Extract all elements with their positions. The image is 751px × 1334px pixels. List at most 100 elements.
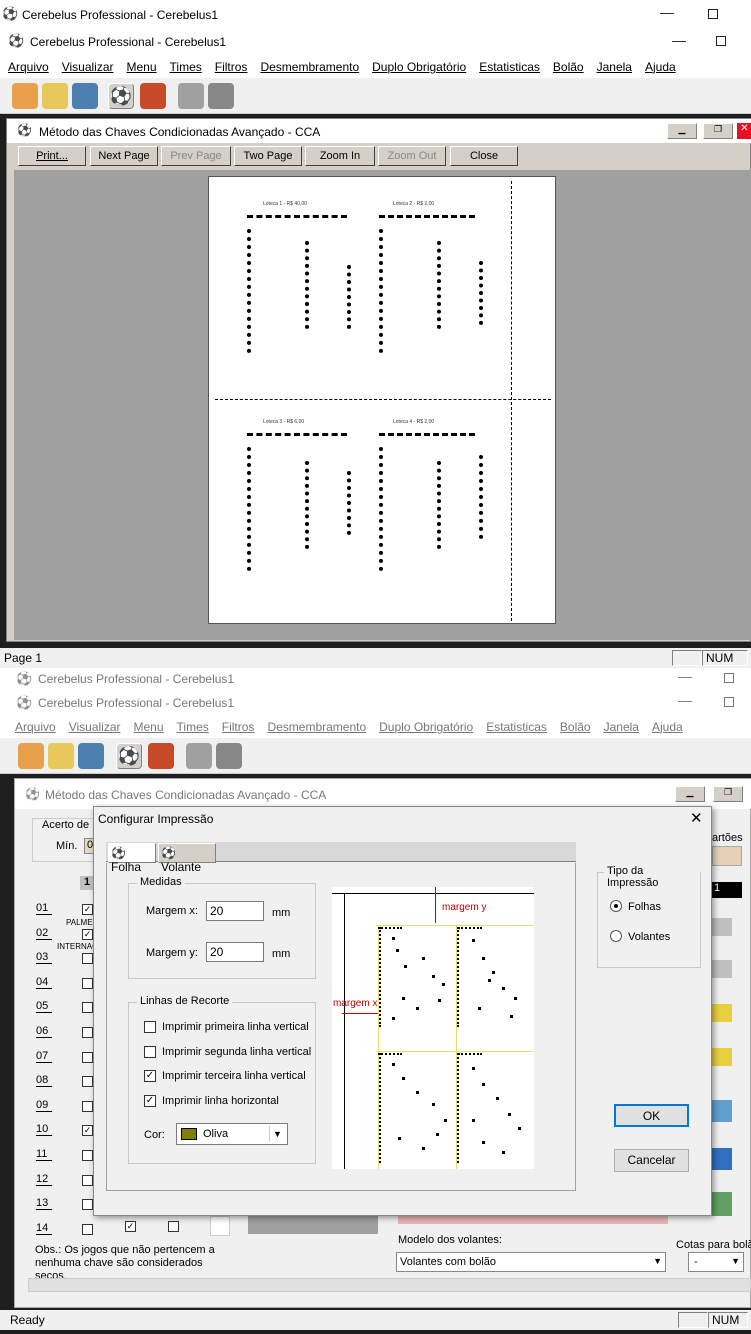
margem-x-input[interactable]: 20 xyxy=(206,901,264,921)
paint-icon[interactable] xyxy=(712,1100,732,1122)
menu-item[interactable]: Arquivo xyxy=(8,60,49,74)
minimize-button[interactable]: — xyxy=(678,692,692,708)
folder-icon[interactable] xyxy=(48,743,74,769)
cor-select[interactable]: Oliva ▼ xyxy=(176,1123,288,1145)
two-page-button[interactable]: Two Page xyxy=(234,146,302,166)
menu-item[interactable]: Visualizar xyxy=(62,60,114,74)
gray-printer-icon[interactable] xyxy=(712,960,732,978)
menu-item[interactable]: Estatisticas xyxy=(479,60,540,74)
printer-icon[interactable] xyxy=(178,83,204,109)
close-button[interactable]: ✕ xyxy=(737,123,751,139)
trophy-icon[interactable] xyxy=(140,83,166,109)
team-label: INTERNAC xyxy=(57,942,98,951)
trophy-icon[interactable] xyxy=(148,743,174,769)
row-checkbox[interactable] xyxy=(82,977,93,989)
restore-button[interactable]: ❐ xyxy=(713,786,743,802)
row-checkbox[interactable] xyxy=(82,1100,93,1112)
minimize-button[interactable]: ▁ xyxy=(675,786,705,802)
gear-icon[interactable] xyxy=(208,83,234,109)
back-arrow-icon[interactable] xyxy=(18,743,44,769)
cancel-button[interactable]: Cancelar xyxy=(614,1149,689,1172)
restore-button[interactable]: ❐ xyxy=(703,123,733,139)
row-checkbox[interactable] xyxy=(82,953,93,965)
menu-item[interactable]: Bolão xyxy=(560,720,591,734)
soccer-ball-icon[interactable]: ⚽ xyxy=(108,83,134,109)
back-arrow-icon[interactable] xyxy=(12,83,38,109)
book-icon[interactable] xyxy=(78,743,104,769)
menu-item[interactable]: Duplo Obrigatório xyxy=(379,720,473,734)
brush-icon[interactable] xyxy=(712,1148,732,1170)
maximize-button[interactable] xyxy=(708,9,718,19)
menu-item[interactable]: Ajuda xyxy=(652,720,683,734)
zoom-in-button[interactable]: Zoom In xyxy=(305,146,375,166)
checkbox-horizontal[interactable]: ✓ xyxy=(144,1095,156,1107)
menu-item[interactable]: Janela xyxy=(597,60,632,74)
book-icon[interactable] xyxy=(72,83,98,109)
menu-item[interactable]: Menu xyxy=(127,60,157,74)
ok-button[interactable]: OK xyxy=(614,1104,689,1127)
menu-item[interactable]: Times xyxy=(177,720,209,734)
row-number: 03 xyxy=(36,951,52,965)
checkbox-primeira-vertical[interactable] xyxy=(144,1021,156,1033)
menu-item[interactable]: Desmembramento xyxy=(267,720,366,734)
yellow-pencil-icon[interactable] xyxy=(712,1004,732,1022)
row14-check[interactable] xyxy=(168,1221,179,1232)
minimize-button[interactable]: — xyxy=(672,32,686,48)
gear-icon[interactable] xyxy=(216,743,242,769)
minimize-button[interactable]: ▁ xyxy=(667,123,697,139)
close-icon[interactable]: ✕ xyxy=(690,809,703,827)
row14-check[interactable]: ✓ xyxy=(125,1221,136,1232)
menu-item[interactable]: Filtros xyxy=(215,60,248,74)
radio-volantes[interactable] xyxy=(610,930,622,942)
maximize-button[interactable] xyxy=(724,673,734,683)
checkbox-terceira-vertical[interactable]: ✓ xyxy=(144,1070,156,1082)
menu-item[interactable]: Estatisticas xyxy=(486,720,547,734)
row-checkbox[interactable]: ✓ xyxy=(82,928,93,940)
menu-item[interactable]: Times xyxy=(170,60,202,74)
tab-folha[interactable]: ⚽Folha xyxy=(108,843,156,874)
row-checkbox[interactable] xyxy=(82,1027,93,1038)
menu-item[interactable]: Desmembramento xyxy=(260,60,359,74)
minimize-button[interactable]: — xyxy=(660,4,674,20)
row-checkbox[interactable] xyxy=(82,1223,93,1235)
menu-item[interactable]: Visualizar xyxy=(69,720,121,734)
print-button[interactable]: Print... xyxy=(18,146,86,166)
yellow-pencil-icon[interactable] xyxy=(712,1048,732,1066)
row-checkbox[interactable] xyxy=(82,1002,93,1014)
row-checkbox[interactable]: ✓ xyxy=(82,1125,93,1137)
maximize-button[interactable] xyxy=(724,697,734,707)
bottom-statusbar: Ready NUM xyxy=(0,1310,751,1330)
folder-icon[interactable] xyxy=(42,83,68,109)
tab-volante[interactable]: ⚽Volante xyxy=(158,843,216,874)
printer-icon[interactable] xyxy=(186,743,212,769)
soccer-ball-icon[interactable]: ⚽ xyxy=(116,743,142,769)
menu-item[interactable]: Menu xyxy=(134,720,164,734)
checkbox-segunda-vertical[interactable] xyxy=(144,1046,156,1058)
row-checkbox[interactable] xyxy=(82,1174,93,1186)
horizontal-scrollbar[interactable] xyxy=(28,1278,751,1292)
menu-item[interactable]: Duplo Obrigatório xyxy=(372,60,466,74)
row-checkbox[interactable] xyxy=(82,1076,93,1088)
row-checkbox[interactable] xyxy=(82,1150,93,1161)
radio-folhas[interactable] xyxy=(610,900,622,912)
menu-item[interactable]: Bolão xyxy=(553,60,584,74)
row-checkbox[interactable]: ✓ xyxy=(82,904,93,915)
margem-y-input[interactable]: 20 xyxy=(206,942,264,962)
gray-printer-icon[interactable] xyxy=(712,918,732,936)
zoom-out-button[interactable]: Zoom Out xyxy=(378,146,446,166)
close-preview-button[interactable]: Close xyxy=(450,146,518,166)
modelo-select[interactable]: Volantes com bolão ▼ xyxy=(396,1252,666,1272)
recycle-bin-icon[interactable] xyxy=(710,1192,732,1216)
prev-page-button[interactable]: Prev Page xyxy=(161,146,231,166)
menu-item[interactable]: Filtros xyxy=(222,720,255,734)
bet-dot xyxy=(472,1119,475,1122)
menu-item[interactable]: Ajuda xyxy=(645,60,676,74)
maximize-button[interactable] xyxy=(716,36,726,46)
menu-item[interactable]: Arquivo xyxy=(15,720,56,734)
minimize-button[interactable]: — xyxy=(678,668,692,684)
row-checkbox[interactable] xyxy=(82,1199,93,1211)
cotas-select[interactable]: - ▼ xyxy=(688,1252,744,1272)
menu-item[interactable]: Janela xyxy=(604,720,639,734)
row-checkbox[interactable] xyxy=(82,1051,93,1063)
next-page-button[interactable]: Next Page xyxy=(90,146,158,166)
